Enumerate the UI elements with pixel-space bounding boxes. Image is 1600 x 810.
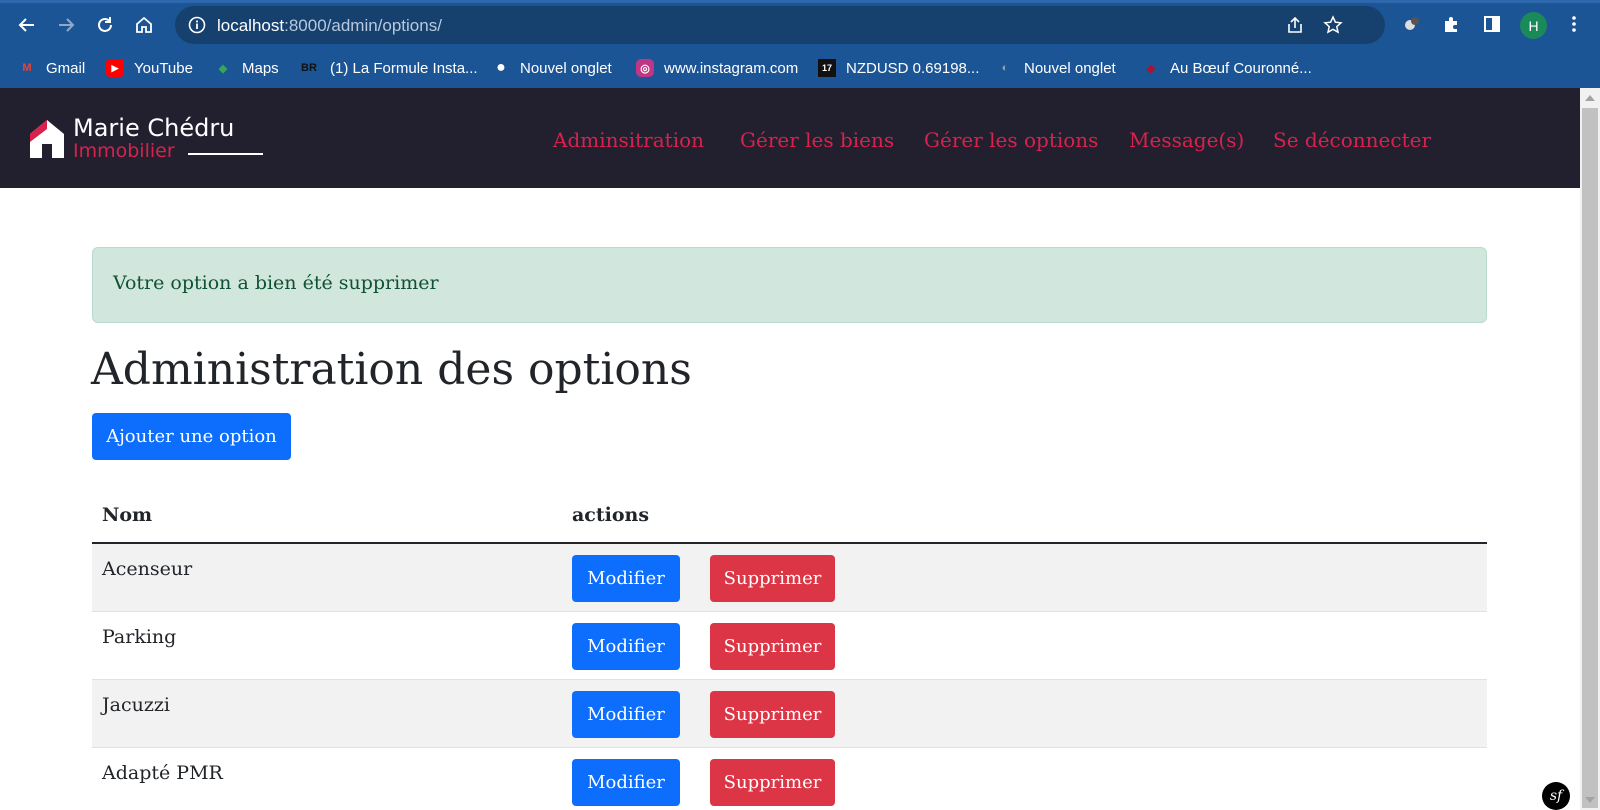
table-row: Jacuzzi Modifier Supprimer [92, 680, 1487, 748]
option-name: Adapté PMR [102, 762, 223, 784]
logo-subtitle: Immobilier [73, 140, 175, 162]
arrow-right-icon [59, 18, 75, 32]
bookmark-instagram[interactable]: ◎ www.instagram.com [636, 55, 798, 81]
url-host: localhost [217, 16, 285, 35]
bookmark-nzdusd[interactable]: 17 NZDUSD 0.69198... [818, 55, 979, 81]
table-row: Parking Modifier Supprimer [92, 612, 1487, 680]
column-header-actions: actions [572, 504, 650, 526]
home-icon [136, 16, 152, 33]
delete-button[interactable]: Supprimer [710, 623, 835, 670]
br-icon: BR [301, 62, 317, 74]
delete-button[interactable]: Supprimer [710, 759, 835, 806]
url-path: :8000/admin/options/ [284, 16, 442, 35]
address-bar[interactable]: localhost:8000/admin/options/ [175, 6, 1385, 44]
scroll-up-arrow-icon[interactable] [1585, 95, 1595, 101]
bookmarks-bar: M Gmail ▶ YouTube ◆ Maps BR (1) La Formule I… [0, 50, 1600, 86]
bookmark-youtube[interactable]: ▶ YouTube [106, 55, 193, 81]
tradingview-icon: 17 [818, 59, 836, 77]
bookmark-gmail[interactable]: M Gmail [18, 55, 85, 81]
delete-button[interactable]: Supprimer [710, 555, 835, 602]
reload-button[interactable] [90, 10, 120, 40]
url-text[interactable]: localhost:8000/admin/options/ [217, 16, 442, 36]
table-row: Acenseur Modifier Supprimer [92, 544, 1487, 612]
bookmark-maps[interactable]: ◆ Maps [214, 55, 279, 81]
page-title: Administration des options [91, 344, 692, 395]
pin-icon: ◆ [1146, 62, 1156, 75]
arrow-left-icon [18, 18, 34, 32]
star-icon[interactable] [1323, 15, 1343, 35]
instagram-icon: ◎ [636, 59, 654, 77]
maps-icon: ◆ [218, 62, 228, 75]
more-menu-icon[interactable] [1564, 14, 1584, 34]
edit-button[interactable]: Modifier [572, 691, 680, 738]
reload-icon [98, 17, 112, 32]
browser-toolbar: localhost:8000/admin/options/ H M Gmail ▶… [0, 0, 1600, 88]
bookmark-label: Au Bœuf Couronné... [1170, 59, 1312, 77]
nav-manage-properties[interactable]: Gérer les biens [740, 128, 894, 152]
info-icon[interactable] [187, 15, 207, 35]
page-icon: ◐ [1001, 62, 1009, 74]
globe-icon: ● [496, 59, 506, 76]
share-icon[interactable] [1285, 15, 1305, 35]
alert-message: Votre option a bien été supprimer [113, 272, 439, 294]
logo-underline [188, 153, 263, 155]
bookmark-label: Nouvel onglet [1024, 59, 1116, 77]
tab-strip-edge [0, 0, 1600, 3]
extension-orb-icon[interactable] [1402, 14, 1422, 34]
back-button[interactable] [12, 10, 42, 40]
edit-button[interactable]: Modifier [572, 623, 680, 670]
option-name: Jacuzzi [102, 694, 170, 716]
side-panel-icon[interactable] [1482, 14, 1502, 34]
bookmark-label: NZDUSD 0.69198... [846, 59, 980, 77]
edit-button[interactable]: Modifier [572, 555, 680, 602]
youtube-icon: ▶ [106, 59, 124, 77]
nav-administration[interactable]: Adminsitration [553, 128, 704, 152]
logo-title: Marie Chédru [73, 114, 235, 142]
bookmark-label: (1) La Formule Insta... [330, 59, 478, 77]
site-logo[interactable]: Marie Chédru Immobilier [28, 114, 268, 164]
add-option-button[interactable]: Ajouter une option [92, 413, 291, 460]
profile-avatar[interactable]: H [1520, 12, 1547, 39]
bookmark-label: www.instagram.com [664, 59, 799, 77]
house-logo-icon [30, 120, 64, 158]
symfony-toolbar-icon[interactable]: sf [1542, 782, 1570, 810]
home-button[interactable] [129, 10, 159, 40]
bookmark-label: Nouvel onglet [520, 59, 612, 77]
nav-messages[interactable]: Message(s) [1129, 128, 1244, 152]
edit-button[interactable]: Modifier [572, 759, 680, 806]
scroll-thumb[interactable] [1582, 108, 1598, 808]
bookmark-au-boeuf[interactable]: ◆ Au Bœuf Couronné... [1142, 55, 1312, 81]
bookmark-label: YouTube [134, 59, 193, 77]
bookmark-nouvel-onglet-2[interactable]: ◐ Nouvel onglet [996, 55, 1116, 81]
option-name: Acenseur [102, 558, 193, 580]
forward-button[interactable] [51, 10, 81, 40]
bookmark-label: Gmail [46, 59, 86, 77]
nav-manage-options[interactable]: Gérer les options [924, 128, 1098, 152]
site-header: Marie Chédru Immobilier Adminsitration G… [0, 88, 1580, 188]
bookmark-label: Maps [242, 59, 279, 77]
gmail-icon: M [22, 62, 32, 74]
column-header-name: Nom [102, 504, 153, 526]
success-alert: Votre option a bien été supprimer [92, 247, 1487, 323]
scroll-down-arrow-icon[interactable] [1585, 797, 1595, 803]
puzzle-icon[interactable] [1442, 14, 1462, 34]
bookmark-nouvel-onglet[interactable]: ● Nouvel onglet [492, 55, 612, 81]
bookmark-la-formule[interactable]: BR (1) La Formule Insta... [298, 55, 478, 81]
page-scrollbar[interactable] [1580, 88, 1600, 810]
option-name: Parking [102, 626, 177, 648]
nav-logout[interactable]: Se déconnecter [1273, 128, 1431, 152]
delete-button[interactable]: Supprimer [710, 691, 835, 738]
table-row: Adapté PMR Modifier Supprimer [92, 748, 1487, 810]
